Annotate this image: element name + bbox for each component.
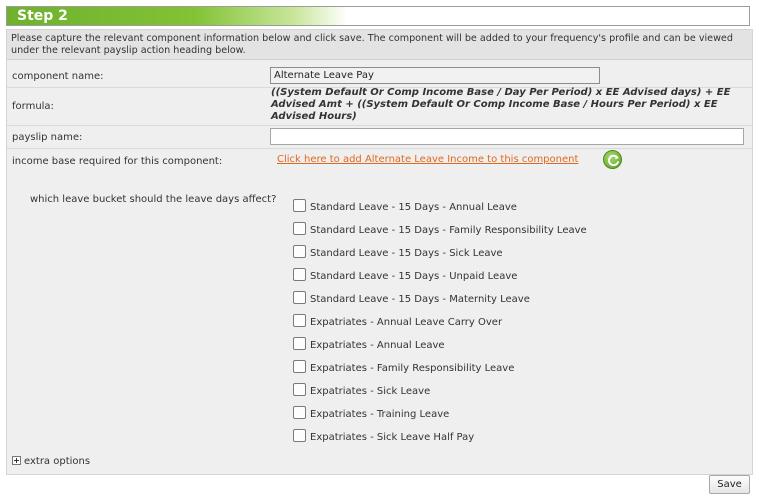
leave-bucket-label: Standard Leave - 15 Days - Annual Leave xyxy=(310,202,517,213)
add-income-base-link[interactable]: Click here to add Alternate Leave Income… xyxy=(277,154,578,165)
leave-bucket-question: which leave bucket should the leave days… xyxy=(30,194,277,205)
leave-bucket-checkbox[interactable] xyxy=(293,360,306,373)
component-name-input[interactable] xyxy=(270,67,600,84)
leave-bucket-label: Standard Leave - 15 Days - Maternity Lea… xyxy=(310,294,530,305)
leave-bucket-item[interactable]: Expatriates - Annual Leave Carry Over xyxy=(293,314,623,330)
leave-bucket-checkbox[interactable] xyxy=(293,429,306,442)
leave-bucket-item[interactable]: Standard Leave - 15 Days - Annual Leave xyxy=(293,199,623,215)
step-header: Step 2 xyxy=(6,6,750,26)
row-divider xyxy=(7,148,752,149)
leave-bucket-checkbox[interactable] xyxy=(293,383,306,396)
leave-bucket-label: Expatriates - Sick Leave Half Pay xyxy=(310,432,475,443)
leave-bucket-item[interactable]: Expatriates - Training Leave xyxy=(293,406,623,422)
leave-bucket-checkbox[interactable] xyxy=(293,268,306,281)
payslip-name-label: payslip name: xyxy=(12,132,83,143)
leave-bucket-label: Standard Leave - 15 Days - Family Respon… xyxy=(310,225,587,236)
leave-bucket-item[interactable]: Expatriates - Sick Leave xyxy=(293,383,623,399)
leave-bucket-checkbox[interactable] xyxy=(293,199,306,212)
component-form-panel: Please capture the relevant component in… xyxy=(6,29,753,475)
formula-text: ((System Default Or Comp Income Base / D… xyxy=(271,87,731,122)
refresh-icon[interactable] xyxy=(603,150,622,169)
leave-bucket-item[interactable]: Standard Leave - 15 Days - Maternity Lea… xyxy=(293,291,623,307)
save-button[interactable]: Save xyxy=(709,475,750,494)
row-divider xyxy=(7,125,752,126)
extra-options-toggle[interactable]: extra options xyxy=(12,456,90,467)
leave-bucket-item[interactable]: Expatriates - Family Responsibility Leav… xyxy=(293,360,623,376)
leave-bucket-label: Expatriates - Training Leave xyxy=(310,409,450,420)
leave-bucket-label: Expatriates - Family Responsibility Leav… xyxy=(310,363,515,374)
leave-bucket-label: Expatriates - Annual Leave Carry Over xyxy=(310,317,503,328)
leave-bucket-item[interactable]: Standard Leave - 15 Days - Unpaid Leave xyxy=(293,268,623,284)
leave-bucket-item[interactable]: Standard Leave - 15 Days - Sick Leave xyxy=(293,245,623,261)
leave-bucket-item[interactable]: Standard Leave - 15 Days - Family Respon… xyxy=(293,222,623,238)
component-name-label: component name: xyxy=(12,71,104,82)
leave-bucket-label: Expatriates - Sick Leave xyxy=(310,386,431,397)
leave-bucket-checkbox[interactable] xyxy=(293,245,306,258)
leave-bucket-checkbox[interactable] xyxy=(293,314,306,327)
formula-label: formula: xyxy=(12,101,54,112)
leave-bucket-label: Expatriates - Annual Leave xyxy=(310,340,445,351)
extra-options-label: extra options xyxy=(24,456,91,467)
intro-text: Please capture the relevant component in… xyxy=(7,30,752,60)
income-base-label: income base required for this component: xyxy=(12,156,223,167)
leave-bucket-label: Standard Leave - 15 Days - Unpaid Leave xyxy=(310,271,518,282)
leave-bucket-item[interactable]: Expatriates - Annual Leave xyxy=(293,337,623,353)
leave-bucket-checkbox[interactable] xyxy=(293,222,306,235)
step-title: Step 2 xyxy=(17,8,68,24)
payslip-name-input[interactable] xyxy=(270,128,744,145)
leave-bucket-checkbox[interactable] xyxy=(293,291,306,304)
expand-plus-icon[interactable] xyxy=(12,456,21,465)
leave-bucket-label: Standard Leave - 15 Days - Sick Leave xyxy=(310,248,503,259)
leave-bucket-checkbox[interactable] xyxy=(293,406,306,419)
leave-bucket-item[interactable]: Expatriates - Sick Leave Half Pay xyxy=(293,429,623,445)
leave-bucket-checkbox[interactable] xyxy=(293,337,306,350)
